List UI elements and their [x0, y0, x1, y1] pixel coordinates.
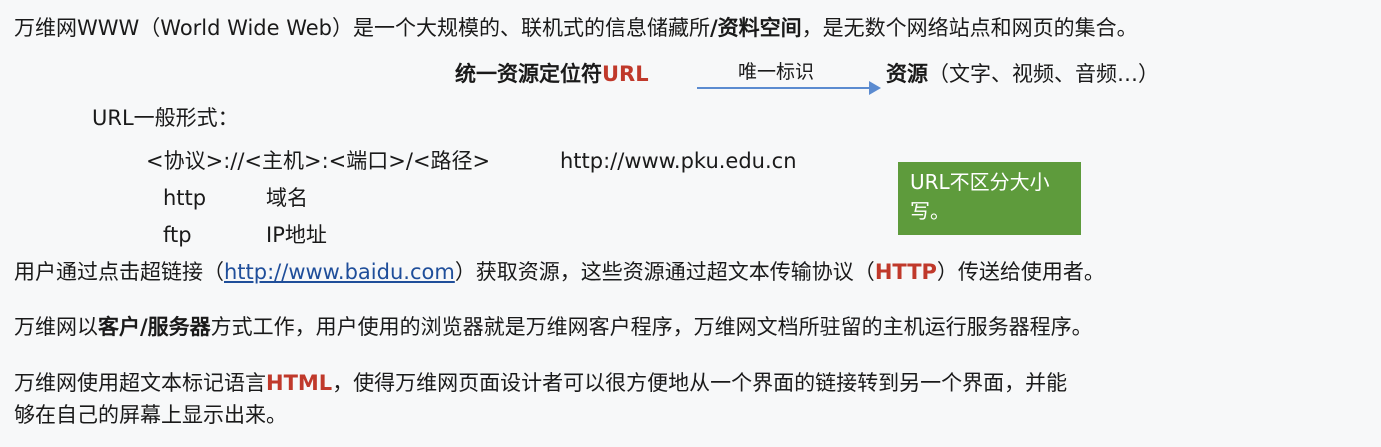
note-text: URL不区分大小写。 — [910, 170, 1050, 223]
url-definition: 统一资源定位符URL — [455, 60, 649, 88]
intro-text-end: ，是无数个网络站点和网页的集合。 — [801, 16, 1138, 40]
url-label: 统一资源定位符 — [455, 62, 602, 86]
cs-text-end: 方式工作，用户使用的浏览器就是万维网客户程序，万维网文档所驻留的主机运行服务器程… — [210, 315, 1093, 339]
arrow-right-icon — [869, 81, 881, 95]
url-acronym: URL — [602, 62, 649, 86]
hyperlink-text-mid: ）获取资源，这些资源通过超文本传输协议（ — [454, 260, 875, 284]
html-text: 万维网使用超文本标记语言 — [14, 371, 266, 395]
intro-bold: /资料空间 — [710, 16, 802, 40]
arrow-line — [697, 87, 872, 89]
host-ip: IP地址 — [266, 223, 327, 247]
client-server-paragraph: 万维网以客户/服务器方式工作，用户使用的浏览器就是万维网客户程序，万维网文档所驻… — [14, 313, 1093, 341]
resource-examples: （文字、视频、音频…） — [928, 62, 1159, 86]
html-text-mid: ，使得万维网页面设计者可以很方便地从一个界面的链接转到另一个界面，并能 — [332, 371, 1068, 395]
note-box: URL不区分大小写。 — [898, 162, 1081, 235]
protocol-ftp: ftp — [163, 223, 192, 247]
cs-text: 万维网以 — [14, 315, 98, 339]
cs-bold: 客户/服务器 — [98, 315, 211, 339]
resource-label: 资源 — [886, 62, 928, 86]
url-example: http://www.pku.edu.cn — [560, 149, 797, 173]
arrow-label: 唯一标识 — [738, 61, 815, 83]
protocol-http: http — [163, 186, 207, 210]
html-paragraph-line2: 够在自己的屏幕上显示出来。 — [14, 403, 287, 427]
hyperlink-paragraph: 用户通过点击超链接（http://www.baidu.com）获取资源，这些资源… — [14, 258, 1105, 286]
host-domain: 域名 — [266, 186, 308, 210]
html-acronym: HTML — [266, 371, 333, 395]
hyperlink-text-end: ）传送给使用者。 — [936, 260, 1105, 284]
intro-text: 万维网WWW（World Wide Web）是一个大规模的、联机式的信息储藏所 — [14, 16, 710, 40]
resource-text: 资源（文字、视频、音频…） — [886, 60, 1159, 88]
hyperlink-text: 用户通过点击超链接（ — [14, 260, 224, 284]
url-format-heading: URL一般形式： — [92, 106, 239, 130]
intro-paragraph: 万维网WWW（World Wide Web）是一个大规模的、联机式的信息储藏所/… — [14, 14, 1138, 42]
http-acronym: HTTP — [874, 260, 937, 284]
baidu-link[interactable]: http://www.baidu.com — [224, 260, 455, 284]
html-paragraph: 万维网使用超文本标记语言HTML，使得万维网页面设计者可以很方便地从一个界面的链… — [14, 369, 1067, 397]
url-format-pattern: <协议>://<主机>:<端口>/<路径> — [146, 149, 491, 173]
